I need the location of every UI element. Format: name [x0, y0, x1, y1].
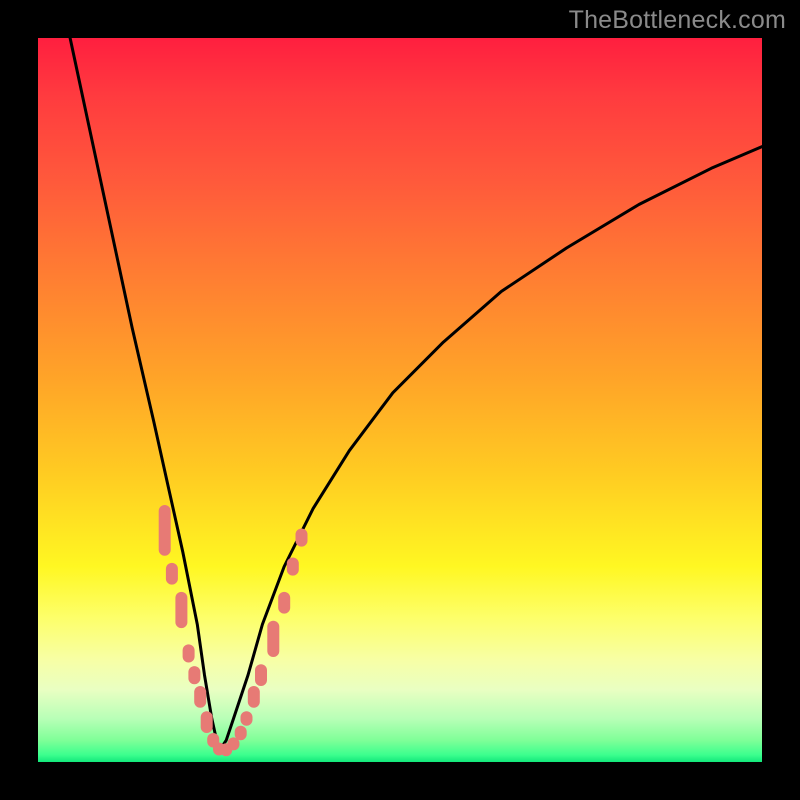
marker-bead [183, 644, 195, 662]
marker-bead [255, 664, 267, 686]
marker-bead [188, 666, 200, 684]
marker-bead [235, 726, 247, 741]
chart-frame: TheBottleneck.com [0, 0, 800, 800]
bottleneck-curve [67, 24, 762, 752]
marker-bead [159, 505, 171, 556]
marker-bead [278, 592, 290, 614]
marker-bead [267, 621, 279, 657]
marker-bead [296, 529, 308, 547]
marker-bead [194, 686, 206, 708]
bottleneck-curve-path [67, 24, 762, 752]
chart-svg [38, 38, 762, 762]
marker-bead [166, 563, 178, 585]
marker-bead [175, 592, 187, 628]
marker-bead [287, 558, 299, 576]
marker-bead [201, 711, 213, 733]
marker-bead [241, 711, 253, 726]
marker-bead [248, 686, 260, 708]
watermark-text: TheBottleneck.com [569, 6, 786, 35]
